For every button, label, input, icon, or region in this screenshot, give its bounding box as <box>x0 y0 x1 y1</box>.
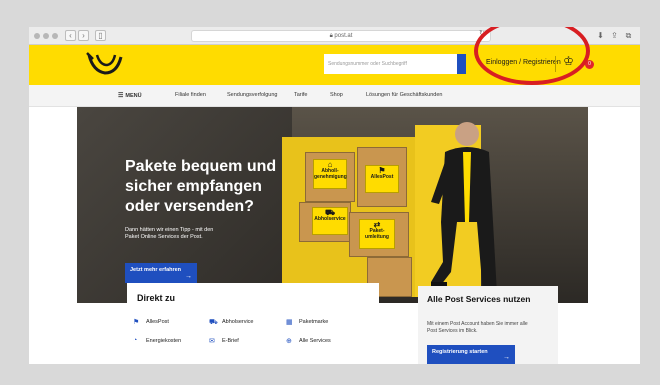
address-bar[interactable]: 🔒︎ post.at <box>191 30 491 42</box>
delivery-man-image <box>431 122 499 300</box>
nav-item-geschaeftskunden[interactable]: Lösungen für Geschäftskunden <box>366 92 442 98</box>
address-bar-url: post.at <box>334 33 353 39</box>
direkt-item-label: Energiekosten <box>146 337 182 344</box>
direkt-item-label: AllesPost <box>146 318 169 325</box>
close-window-dot[interactable] <box>34 33 40 39</box>
direkt-item-abholservice[interactable]: ⛟ Abholservice <box>209 318 254 326</box>
globe-icon: ⊕ <box>286 338 292 345</box>
search-input[interactable]: Sendungsnummer oder Suchbegriff <box>324 54 457 74</box>
direkt-item-label: Paketmarke <box>299 318 329 325</box>
allespost-icon: ⚑ <box>133 319 140 326</box>
energy-icon: ◔ <box>133 337 138 344</box>
share-icon[interactable]: ⇪ <box>609 30 620 41</box>
nav-item-sendungsverfolgung[interactable]: Sendungsverfolgung <box>227 92 277 98</box>
maximize-window-dot[interactable] <box>52 33 58 39</box>
stamp-icon: ▦ <box>286 319 293 326</box>
direkt-item-allespost[interactable]: ⚑ AllesPost <box>133 318 169 326</box>
direkt-item-paketmarke[interactable]: ▦ Paketmarke <box>286 318 329 326</box>
paketumleitung-label: ⇄ Paket-umleitung <box>359 219 395 249</box>
post-services-title: Alle Post Services nutzen <box>427 294 531 304</box>
learn-more-label: Jetzt mehr erfahren <box>130 267 182 273</box>
forward-button[interactable]: › <box>78 30 89 41</box>
download-icon[interactable]: ⬇ <box>595 30 606 41</box>
sidebar-icon[interactable]: ▯ <box>95 30 106 41</box>
direkt-item-alle-services[interactable]: ⊕ Alle Services <box>286 337 331 345</box>
minimize-window-dot[interactable] <box>43 33 49 39</box>
nav-item-shop[interactable]: Shop <box>330 92 343 98</box>
screenshot-frame: ‹ › ▯ 🔒︎ post.at ↻ ⬇ ⇪ ⧉ Sendungsnummer … <box>0 0 660 385</box>
hero-title-line: sicher empfangen <box>125 178 262 195</box>
box-label-text: Paket-umleitung <box>365 228 389 240</box>
nav-item-tarife[interactable]: Tarife <box>294 92 307 98</box>
box-label-text: AllesPost <box>370 174 394 180</box>
direkt-item-label: Alle Services <box>299 337 331 344</box>
hamburger-icon: ☰ <box>118 93 124 99</box>
nav-item-filiale-finden[interactable]: Filiale finden <box>175 92 206 98</box>
direkt-zu-panel: Direkt zu ⚑ AllesPost ⛟ Abholservice ▦ Pake… <box>127 283 379 364</box>
direkt-item-energiekosten[interactable]: ◔ Energiekosten <box>133 337 181 344</box>
tabs-icon[interactable]: ⧉ <box>623 30 634 41</box>
post-services-text: Mit einem Post Account haben Sie immer a… <box>427 321 528 334</box>
truck-icon: ⛟ <box>209 319 218 326</box>
direkt-item-label: E-Brief <box>222 337 239 344</box>
menu-button[interactable]: ☰ MENÜ <box>118 92 142 99</box>
menu-label: MENÜ <box>125 93 142 99</box>
envelope-icon: ✉ <box>209 338 215 345</box>
main-navigation: ☰ MENÜ Filiale finden Sendungsverfolgung … <box>29 85 640 107</box>
back-button[interactable]: ‹ <box>65 30 76 41</box>
start-registration-label: Registrierung starten <box>432 349 488 355</box>
direkt-item-ebrief[interactable]: ✉ E-Brief <box>209 337 239 345</box>
hero-title-line: oder versenden? <box>125 198 254 215</box>
arrow-right-icon: → <box>185 273 192 280</box>
hero-title-line: Pakete bequem und <box>125 158 277 175</box>
browser-window: ‹ › ▯ 🔒︎ post.at ↻ ⬇ ⇪ ⧉ Sendungsnummer … <box>29 27 640 364</box>
allespost-label: ⚑ AllesPost <box>365 165 399 193</box>
direkt-item-label: Abholservice <box>222 318 254 325</box>
post-horn-logo-icon[interactable] <box>85 49 125 79</box>
start-registration-button[interactable]: Registrierung starten → <box>427 345 515 364</box>
direkt-zu-title: Direkt zu <box>137 293 176 303</box>
post-services-panel: Alle Post Services nutzen Mit einem Post… <box>418 286 558 364</box>
hero-title: Pakete bequem und sicher empfangen oder … <box>125 157 345 217</box>
arrow-right-icon: → <box>503 354 510 361</box>
hero-subtitle: Dann hätten wir einen Tipp - mit den Pak… <box>125 227 214 240</box>
hero-banner: ⌂ Abholl-genehmigung ⚑ AllesPost ⛟ Abholser… <box>77 107 588 303</box>
learn-more-button[interactable]: Jetzt mehr erfahren → <box>125 263 197 283</box>
search-button[interactable] <box>457 54 466 74</box>
